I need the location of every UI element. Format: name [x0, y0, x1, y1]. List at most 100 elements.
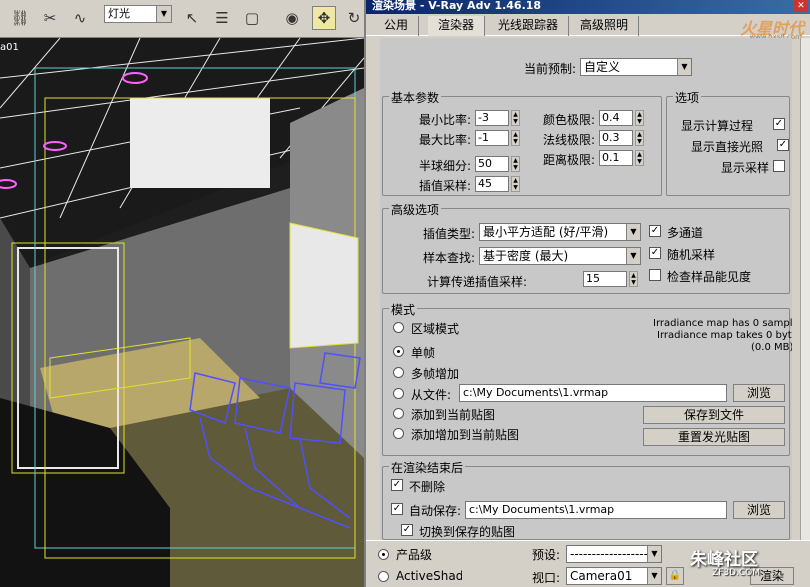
chevron-down-icon: ▼: [647, 546, 661, 562]
dont-delete-label: 不删除: [409, 480, 446, 494]
spinner-icon[interactable]: ▲ ▼: [635, 130, 644, 146]
on-render-end-group: 在渲染结束后 ✓ 不删除 ✓ 自动保存: c:\My Documents\1.v…: [382, 459, 790, 540]
chevron-down-icon: ▼: [626, 224, 640, 240]
main-toolbar: ⛓ ✂ ∿ 灯光 ▼ ↖ ☰ ▢ ◉ ✥ ↻: [0, 0, 364, 38]
bind-spacewarp-icon[interactable]: ∿: [68, 6, 92, 30]
advanced-group: 高级选项 插值类型: 最小平方适配 (好/平滑) ▼ 样本查找: 基于密度 (最…: [382, 201, 790, 294]
spinner-icon[interactable]: ▲ ▼: [511, 156, 520, 172]
watermark-url: ZF3D.COM: [712, 568, 760, 578]
activeshade-radio[interactable]: [378, 571, 389, 582]
spinner-icon[interactable]: ▲ ▼: [629, 271, 638, 287]
save-to-file-button[interactable]: 保存到文件: [643, 406, 785, 424]
mode-title: 模式: [389, 301, 418, 318]
selection-filter-dropdown[interactable]: 灯光 ▼: [104, 5, 172, 23]
mode-option-label: 添加到当前贴图: [411, 408, 496, 422]
calc-pass-input[interactable]: 15: [583, 271, 627, 287]
mode-radio-single-frame[interactable]: [393, 346, 404, 357]
mode-radio-add-to-map[interactable]: [393, 408, 404, 419]
tab-raytracer[interactable]: 光线跟踪器: [488, 16, 570, 36]
hsph-label: 半球细分:: [419, 159, 472, 173]
viewport-footer-label: 视口:: [532, 571, 561, 585]
select-object-icon[interactable]: ↖: [180, 6, 204, 30]
randomize-checkbox[interactable]: ✓: [649, 247, 661, 259]
preset-dropdown[interactable]: 自定义 ▼: [580, 58, 692, 76]
nrm-thresh-input[interactable]: 0.3: [599, 130, 633, 146]
sample-lookup-value: 基于密度 (最大): [483, 249, 569, 263]
options-title: 选项: [673, 89, 702, 106]
window-crossing-icon[interactable]: ◉: [280, 6, 304, 30]
options-group: 选项 显示计算过程 ✓ 显示直接光照 ✓ 显示采样: [666, 89, 790, 196]
switch-checkbox[interactable]: ✓: [401, 524, 413, 536]
dialog-title: 渲染场景 - V-Ray Adv 1.46.18: [366, 0, 810, 14]
close-button[interactable]: ✕: [794, 0, 808, 12]
spinner-icon[interactable]: ▲ ▼: [511, 130, 520, 146]
multipass-label: 多通道: [667, 226, 704, 240]
mode-group: 模式 区域模式 单帧 多帧增加 从文件: 添加到当前贴图 添加增加到当前贴图 I…: [382, 301, 792, 456]
advanced-title: 高级选项: [389, 201, 442, 218]
multipass-checkbox[interactable]: ✓: [649, 225, 661, 237]
mode-radio-add-inc-to-map[interactable]: [393, 428, 404, 439]
interp-type-dropdown[interactable]: 最小平方适配 (好/平滑) ▼: [479, 223, 641, 241]
interp-label: 插值采样:: [419, 179, 472, 193]
unlink-icon[interactable]: ✂: [38, 6, 62, 30]
spinner-icon[interactable]: ▲ ▼: [635, 110, 644, 126]
from-file-path[interactable]: c:\My Documents\1.vrmap: [459, 384, 727, 402]
production-radio[interactable]: [378, 549, 389, 560]
select-link-icon[interactable]: ⛓: [8, 6, 32, 30]
max-rate-label: 最大比率:: [419, 133, 472, 147]
preset-footer-dropdown[interactable]: -------------------- ▼: [566, 545, 662, 563]
interp-type-label: 插值类型:: [423, 227, 476, 241]
max-rate-input[interactable]: -1: [475, 130, 509, 146]
spinner-icon[interactable]: ▲ ▼: [511, 110, 520, 126]
tab-renderer[interactable]: 渲染器: [428, 16, 486, 36]
watermark: 朱峰社区: [690, 550, 758, 570]
mode-option-label: 从文件:: [411, 388, 452, 402]
clr-thresh-input[interactable]: 0.4: [599, 110, 633, 126]
mode-option-label: 添加增加到当前贴图: [411, 428, 520, 442]
check-vis-checkbox[interactable]: [649, 269, 661, 281]
render-scene-dialog: 渲染场景 - V-Ray Adv 1.46.18 ✕ 公用 渲染器 光线跟踪器 …: [364, 0, 810, 587]
autosave-checkbox[interactable]: ✓: [391, 503, 403, 515]
show-samples-checkbox[interactable]: [773, 160, 785, 172]
lock-icon[interactable]: 🔒: [666, 567, 684, 585]
mode-option-label: 多帧增加: [411, 367, 460, 381]
autosave-label: 自动保存:: [409, 504, 462, 518]
mode-radio-multiframe[interactable]: [393, 367, 404, 378]
sample-lookup-label: 样本查找:: [423, 251, 476, 265]
dont-delete-checkbox[interactable]: ✓: [391, 479, 403, 491]
reset-map-button[interactable]: 重置发光贴图: [643, 428, 785, 446]
basic-params-title: 基本参数: [389, 89, 442, 106]
chevron-down-icon: ▼: [156, 6, 171, 22]
spinner-icon[interactable]: ▲ ▼: [635, 150, 644, 166]
tab-common[interactable]: 公用: [374, 16, 420, 36]
viewport-footer-dropdown[interactable]: Camera01 ▼: [566, 567, 662, 585]
rect-selection-icon[interactable]: ▢: [240, 6, 264, 30]
rollout-scrollbar[interactable]: [800, 38, 810, 587]
irradiance-map-rollout: 当前预制: 自定义 ▼ 基本参数 最小比率: -3 ▲ ▼ 最大比率: -1 ▲ ▼…: [380, 38, 792, 587]
preset-footer-value: --------------------: [570, 547, 657, 561]
tab-advanced-lighting[interactable]: 高级照明: [570, 16, 640, 36]
chevron-down-icon: ▼: [647, 568, 661, 584]
select-by-name-icon[interactable]: ☰: [210, 6, 234, 30]
irradiance-mb-info: (0.0 MB): [751, 342, 792, 353]
camera-viewport[interactable]: a01: [0, 38, 364, 587]
viewport-scene: [0, 38, 364, 587]
mode-radio-from-file[interactable]: [393, 388, 404, 399]
show-direct-checkbox[interactable]: ✓: [777, 139, 789, 151]
move-icon[interactable]: ✥: [312, 6, 336, 30]
spinner-icon[interactable]: ▲ ▼: [511, 176, 520, 192]
rotate-icon[interactable]: ↻: [342, 6, 366, 30]
interp-input[interactable]: 45: [475, 176, 509, 192]
viewport-footer-value: Camera01: [570, 569, 633, 583]
sample-lookup-dropdown[interactable]: 基于密度 (最大) ▼: [479, 247, 641, 265]
mode-radio-bucket[interactable]: [393, 322, 404, 333]
browse-button[interactable]: 浏览: [733, 384, 785, 402]
dist-thresh-input[interactable]: 0.1: [599, 150, 633, 166]
interp-type-value: 最小平方适配 (好/平滑): [483, 225, 609, 239]
show-calc-checkbox[interactable]: ✓: [773, 118, 785, 130]
autosave-browse-button[interactable]: 浏览: [733, 501, 785, 519]
hsph-input[interactable]: 50: [475, 156, 509, 172]
basic-params-group: 基本参数 最小比率: -3 ▲ ▼ 最大比率: -1 ▲ ▼ 半球细分: 50 ▲ ▼…: [382, 89, 662, 196]
autosave-path[interactable]: c:\My Documents\1.vrmap: [465, 501, 727, 519]
min-rate-input[interactable]: -3: [475, 110, 509, 126]
